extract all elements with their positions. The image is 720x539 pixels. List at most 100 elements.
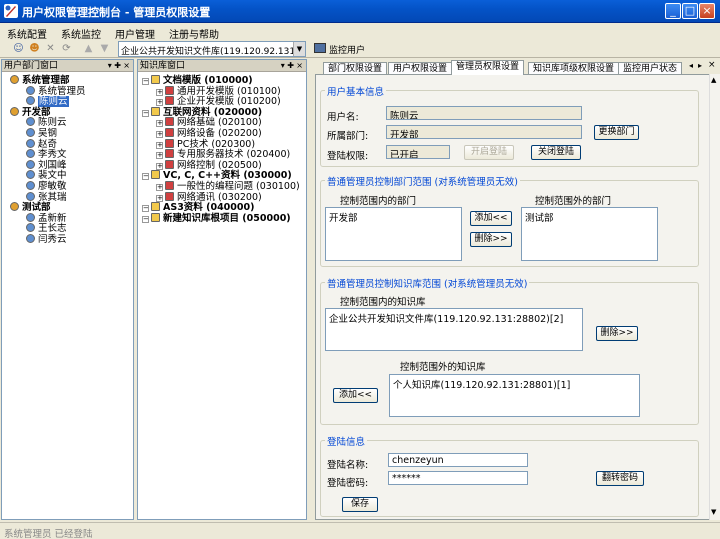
close-icon[interactable]: × [296,60,303,72]
user-icon [26,85,35,95]
login-info-title: 登陆信息 [325,434,368,448]
kb-out-list[interactable]: 个人知识库(119.120.92.131:28801)[1] [389,374,640,417]
tree-item[interactable]: + 网络通讯 (030200) [156,191,262,203]
flip-password-button[interactable]: 翻转密码 [596,471,644,486]
dept-in-list[interactable]: 开发部 [325,207,462,261]
group-icon[interactable]: ☻ [28,42,41,55]
password-label: 登陆密码: [327,478,369,489]
expand-toggle-icon[interactable]: + [156,120,163,128]
tree-group[interactable]: 系统管理部 [10,75,70,86]
folder-icon [151,75,160,84]
expand-toggle-icon[interactable]: + [156,99,163,107]
tree-item[interactable]: + PC技术 (020300) [156,138,255,150]
pane-header: 知识库窗口 ▾ ✚ × [138,60,306,72]
password-input[interactable]: ****** [388,471,528,485]
tree-user[interactable]: 裴文中 [26,170,67,181]
tree-node-label: 系统管理员 [38,85,86,97]
book-icon [165,159,174,169]
expand-toggle-icon[interactable]: + [156,88,163,96]
tab-scroll-left-icon[interactable]: ◂ [689,61,693,70]
window-title: 用户权限管理控制台 - 管理员权限设置 [22,6,211,19]
tree-item[interactable]: + 专用服务器技术 (020400) [156,149,290,160]
user-icon [26,234,35,243]
kb-in-list[interactable]: 企业公共开发知识文件库(119.120.92.131:28802)[2] [325,308,583,351]
kb-delete-button[interactable]: 删除>> [596,326,638,341]
tree-category[interactable]: − 文档模版 (010000) [142,75,253,86]
list-item[interactable]: 个人知识库(119.120.92.131:28801)[1] [393,377,636,391]
login-perm-field: 已开启 [386,145,450,159]
list-item[interactable]: 测试部 [525,210,654,224]
close-icon[interactable]: × [123,60,130,72]
close-button[interactable]: × [699,3,715,19]
close-icon[interactable]: × [708,60,716,70]
expand-toggle-icon[interactable]: + [156,152,163,160]
list-item[interactable]: 开发部 [329,210,458,224]
tree-item[interactable]: + 一般性的编程问题 (030100) [156,181,300,192]
tree-item[interactable]: + 企业开发模版 (010200) [156,96,281,107]
monitor-icon [314,43,326,53]
user-icon[interactable]: ☺ [12,42,25,55]
expand-toggle-icon[interactable]: + [156,131,163,138]
dept-add-button[interactable]: 添加<< [470,211,512,226]
expand-toggle-icon[interactable]: + [156,141,163,149]
tree-user[interactable]: 吴钢 [26,128,57,139]
tree-node-label: 陈则云 [38,96,69,108]
tree-item[interactable]: + 网络设备 (020200) [156,128,262,139]
expand-toggle-icon[interactable]: + [156,194,163,202]
tree-user[interactable]: 赵奇 [26,138,57,150]
refresh-icon[interactable]: ⟳ [60,42,73,55]
arrow-down-icon[interactable]: ▼ [98,42,111,55]
scroll-down-icon[interactable]: ▼ [711,508,716,516]
kb-add-button[interactable]: 添加<< [333,388,378,403]
change-dept-button[interactable]: 更换部门 [594,125,639,140]
list-item[interactable]: 企业公共开发知识文件库(119.120.92.131:28802)[2] [329,311,579,325]
pin-icon[interactable]: ▾ ✚ [281,60,294,72]
tree-item[interactable]: + 网络基础 (020100) [156,117,262,128]
close-login-button[interactable]: 关闭登陆 [531,145,581,160]
expand-toggle-icon[interactable]: − [142,78,149,85]
content-scrollbar[interactable]: ▲ ▼ [709,74,720,520]
expand-toggle-icon[interactable]: + [156,184,163,191]
expand-toggle-icon[interactable]: + [156,162,163,170]
tree-user[interactable]: 闫秀云 [26,234,67,245]
menu-system-monitor[interactable]: 系统监控 [54,23,108,41]
login-name-input[interactable]: chenzeyun [388,453,528,467]
tree-item[interactable]: + 通用开发模版 (010100) [156,85,281,97]
dept-out-list[interactable]: 测试部 [521,207,658,261]
dept-delete-button[interactable]: 删除>> [470,232,512,247]
expand-toggle-icon[interactable]: − [142,173,149,181]
tree-user[interactable]: 廖敏敬 [26,181,67,192]
expand-toggle-icon[interactable]: − [142,205,149,213]
tree-user[interactable]: 张其瑞 [26,191,67,203]
pin-icon[interactable]: ▾ ✚ [108,60,121,72]
monitor-user-button[interactable]: 监控用户 [311,41,368,57]
kb-out-label: 控制范围外的知识库 [400,362,486,373]
tree-user[interactable]: 王长志 [26,223,67,234]
tree-group[interactable]: 测试部 [10,202,51,213]
tree-category[interactable]: − VC, C, C++资料 (030000) [142,170,292,181]
arrow-up-icon[interactable]: ▲ [82,42,95,55]
dept-out-label: 控制范围外的部门 [535,196,612,207]
tree-user[interactable]: 系统管理员 [26,85,86,97]
minimize-button[interactable]: _ [665,3,681,19]
menu-system-config[interactable]: 系统配置 [0,23,54,41]
tree-user[interactable]: 陈则云 [26,117,67,128]
save-button[interactable]: 保存 [342,497,378,512]
expand-toggle-icon[interactable]: − [142,215,149,223]
scroll-up-icon[interactable]: ▲ [711,76,716,84]
status-bar: 系统管理员 已经登陆 [0,522,720,539]
book-icon [165,149,174,159]
maximize-button[interactable]: □ [682,3,698,19]
tree-user[interactable]: 陈则云 [26,96,69,108]
tab-admin-permissions[interactable]: 管理员权限设置 [451,60,525,75]
delete-icon[interactable]: ✕ [44,42,57,55]
expand-toggle-icon[interactable]: − [142,109,149,117]
knowledge-base-select[interactable]: 企业公共开发知识文件库(119.120.92.131: ▼ [118,41,306,57]
menu-register-help[interactable]: 注册与帮助 [162,23,226,41]
tree-category[interactable]: − 新建知识库根项目 (050000) [142,212,291,224]
menu-user-management[interactable]: 用户管理 [108,23,162,41]
tab-scroll-right-icon[interactable]: ▸ [698,61,702,70]
tree-user[interactable]: 李秀文 [26,149,67,160]
open-login-button[interactable]: 开启登陆 [464,145,514,160]
tree-category[interactable]: − AS3资料 (040000) [142,202,254,213]
